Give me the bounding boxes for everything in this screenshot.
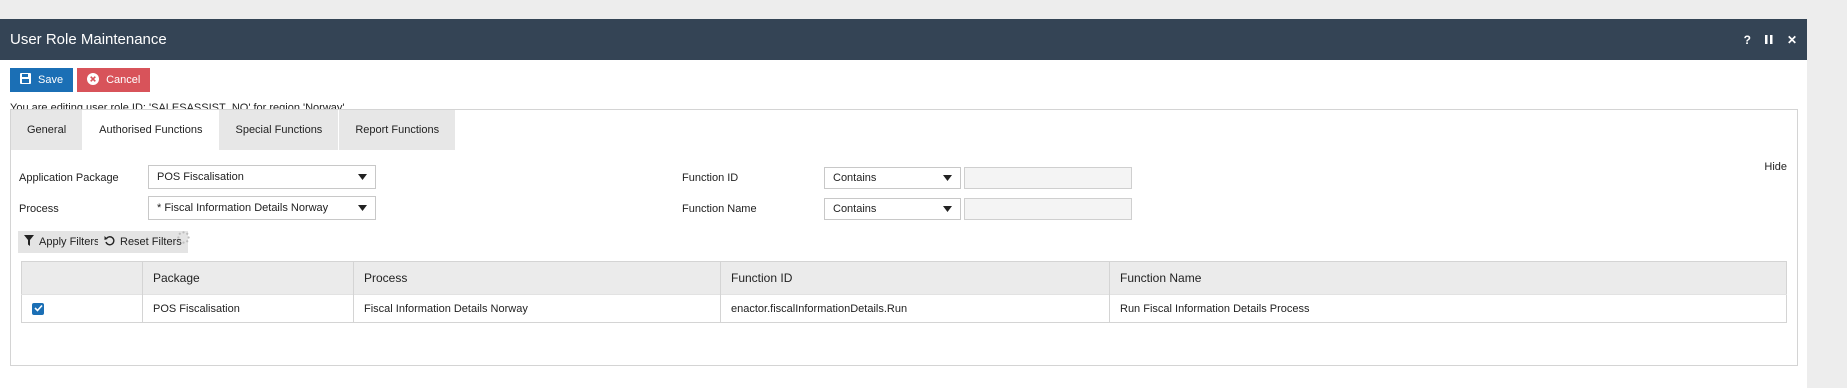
process-value: * Fiscal Information Details Norway <box>157 202 329 214</box>
spinner-icon <box>177 231 190 247</box>
authorised-functions-table: Package Process Function ID Function Nam… <box>21 261 1787 323</box>
table-header-row: Package Process Function ID Function Nam… <box>21 261 1787 295</box>
column-header-select[interactable] <box>21 261 143 295</box>
floppy-disk-icon <box>20 73 31 87</box>
process-select[interactable]: * Fiscal Information Details Norway <box>148 196 376 220</box>
window-controls: ? ✕ <box>1744 33 1797 47</box>
process-cell: Fiscal Information Details Norway <box>353 294 721 323</box>
hide-filters-link[interactable]: Hide <box>1764 161 1787 173</box>
apply-filters-label: Apply Filters <box>39 236 100 248</box>
table-row[interactable]: POS Fiscalisation Fiscal Information Det… <box>21 294 1787 323</box>
application-package-select[interactable]: POS Fiscalisation <box>148 165 376 189</box>
cancel-button[interactable]: Cancel <box>77 68 151 92</box>
pause-icon[interactable] <box>1764 35 1773 44</box>
function-id-label: Function ID <box>682 172 739 184</box>
function-name-label: Function Name <box>682 203 757 215</box>
caret-down-icon <box>943 203 952 215</box>
application-package-value: POS Fiscalisation <box>157 171 244 183</box>
x-circle-icon <box>87 72 100 88</box>
column-header-function-name[interactable]: Function Name <box>1109 261 1787 295</box>
apply-filters-button[interactable]: Apply Filters <box>18 231 106 253</box>
row-checkbox[interactable] <box>32 302 44 315</box>
function-name-operator-value: Contains <box>833 203 877 215</box>
funnel-icon <box>24 235 34 249</box>
function-name-input[interactable] <box>964 198 1132 220</box>
help-icon[interactable]: ? <box>1744 33 1751 47</box>
function-id-operator-value: Contains <box>833 172 877 184</box>
column-header-function-id[interactable]: Function ID <box>720 261 1110 295</box>
caret-down-icon <box>358 202 367 214</box>
process-label: Process <box>19 203 59 215</box>
column-header-process[interactable]: Process <box>353 261 721 295</box>
function-name-cell: Run Fiscal Information Details Process <box>1109 294 1787 323</box>
function-name-operator-select[interactable]: Contains <box>824 198 961 220</box>
window-titlebar: User Role Maintenance ? ✕ <box>0 19 1807 60</box>
window-title: User Role Maintenance <box>10 31 167 48</box>
action-toolbar: Save Cancel <box>0 60 1807 92</box>
caret-down-icon <box>943 172 952 184</box>
close-icon[interactable]: ✕ <box>1787 33 1797 47</box>
row-select-cell <box>21 294 143 323</box>
function-id-cell: enactor.fiscalInformationDetails.Run <box>720 294 1110 323</box>
save-button-label: Save <box>38 74 64 86</box>
function-id-operator-select[interactable]: Contains <box>824 167 961 189</box>
cancel-button-label: Cancel <box>106 74 141 86</box>
column-header-package[interactable]: Package <box>142 261 354 295</box>
filter-area: Application Package POS Fiscalisation Pr… <box>11 110 1797 365</box>
save-button[interactable]: Save <box>10 68 74 92</box>
role-details-panel: General Authorised Functions Special Fun… <box>10 109 1798 366</box>
reset-filters-button[interactable]: Reset Filters <box>98 231 188 253</box>
checkmark-icon <box>33 303 43 315</box>
reset-filters-label: Reset Filters <box>120 236 182 248</box>
undo-icon <box>104 235 115 249</box>
caret-down-icon <box>358 171 367 183</box>
application-package-label: Application Package <box>19 172 119 184</box>
package-cell: POS Fiscalisation <box>142 294 354 323</box>
function-id-input[interactable] <box>964 167 1132 189</box>
